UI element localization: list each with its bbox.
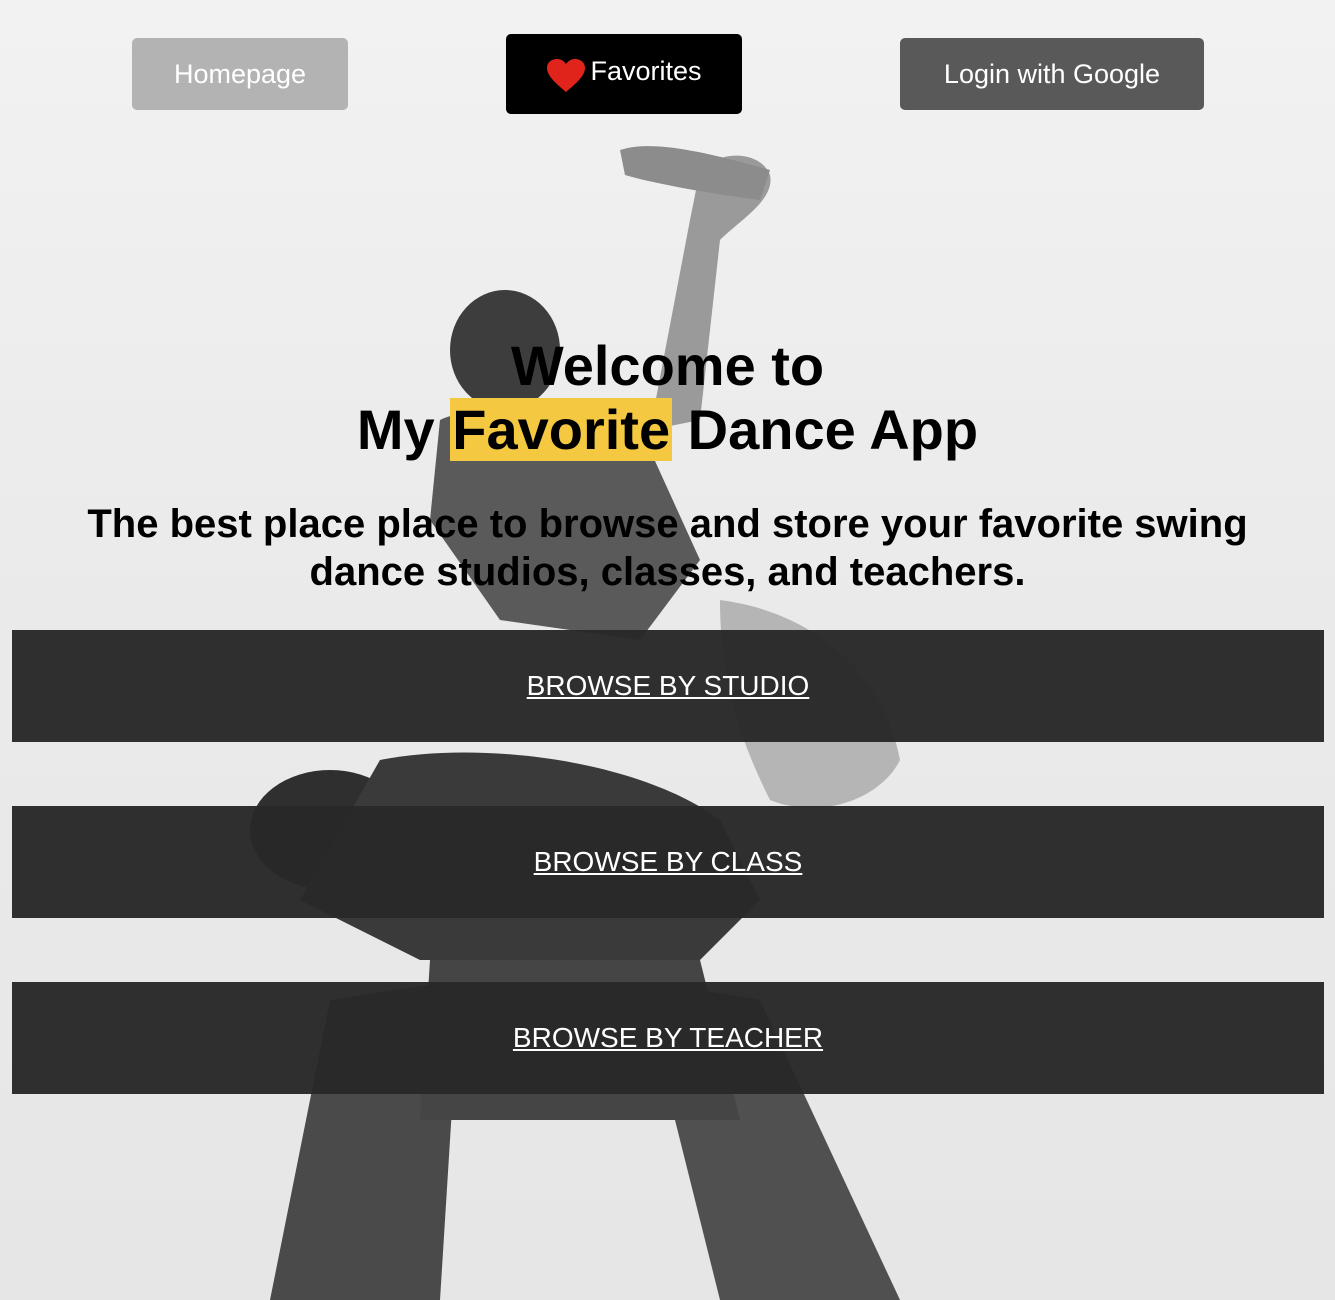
homepage-button[interactable]: Homepage	[132, 38, 348, 110]
favorites-label: Favorites	[590, 55, 702, 86]
heart-icon	[547, 59, 586, 92]
browse-by-studio-link[interactable]: BROWSE BY STUDIO	[527, 670, 810, 702]
hero-title: Welcome to My Favorite Dance App	[0, 334, 1335, 462]
hero-title-rest: Dance App	[687, 398, 979, 461]
browse-by-studio-bar: BROWSE BY STUDIO	[12, 630, 1324, 742]
hero-title-line2: My Favorite Dance App	[0, 398, 1335, 462]
hero-title-line1: Welcome to	[510, 334, 825, 397]
browse-by-class-bar: BROWSE BY CLASS	[12, 806, 1324, 918]
browse-by-teacher-link[interactable]: BROWSE BY TEACHER	[513, 1022, 823, 1054]
login-with-google-button[interactable]: Login with Google	[900, 38, 1204, 110]
hero-title-highlight: Favorite	[450, 398, 673, 461]
hero-tagline: The best place place to browse and store…	[87, 502, 1248, 594]
favorites-button[interactable]: Favorites	[506, 34, 742, 114]
browse-by-teacher-bar: BROWSE BY TEACHER	[12, 982, 1324, 1094]
browse-by-class-link[interactable]: BROWSE BY CLASS	[534, 846, 803, 878]
hero-title-word-my: My	[356, 398, 435, 461]
